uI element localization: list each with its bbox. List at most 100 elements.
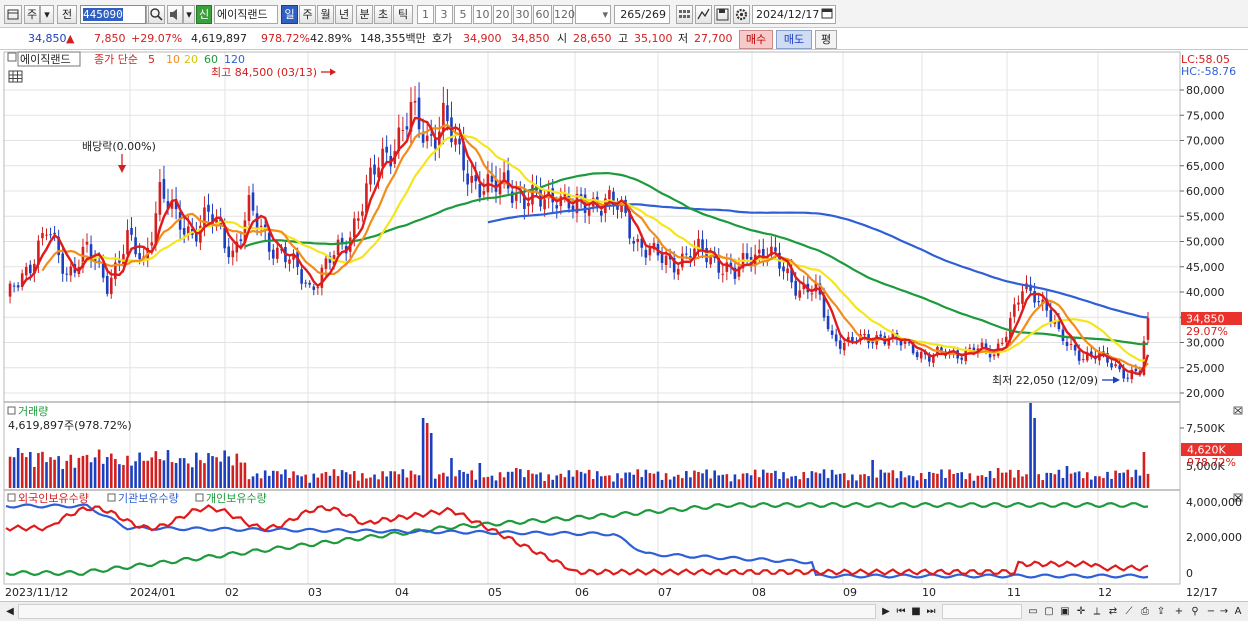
calendar-icon[interactable]	[819, 5, 835, 24]
minute-20-button[interactable]: 20	[493, 5, 512, 24]
candle-body	[231, 250, 235, 258]
candle-body	[69, 266, 73, 276]
x-axis-label: 12	[1098, 586, 1112, 599]
individual-holdings-legend[interactable]: 개인보유수량	[206, 492, 267, 505]
period-select[interactable]: 전	[57, 5, 77, 24]
volume-bar	[826, 478, 830, 488]
indicator-grid-icon[interactable]	[676, 5, 693, 24]
volume-bar	[227, 456, 231, 488]
interval-week-button[interactable]: 주	[299, 5, 316, 24]
volume-bar	[373, 474, 376, 488]
layout-1-icon[interactable]: ▭	[1026, 604, 1040, 619]
candle-body	[915, 352, 919, 358]
interval-minute-button[interactable]: 분	[356, 5, 373, 24]
volume-bar	[381, 471, 384, 488]
scroll-right-icon[interactable]: ▶	[880, 604, 892, 619]
interval-tick-button[interactable]: 틱	[393, 5, 413, 24]
volume-bar	[624, 472, 627, 488]
interval-month-button[interactable]: 월	[317, 5, 334, 24]
minute-30-button[interactable]: 30	[513, 5, 532, 24]
evaluate-button[interactable]: 평	[815, 30, 837, 49]
institution-holdings-legend[interactable]: 기관보유수량	[118, 492, 179, 505]
candle-body	[401, 129, 405, 131]
minute-60-button[interactable]: 60	[533, 5, 552, 24]
sound-icon[interactable]	[167, 5, 183, 24]
scroll-left-icon[interactable]: ◀	[4, 604, 16, 619]
volume-bar	[575, 470, 579, 488]
ma120-legend[interactable]: 120	[224, 53, 245, 66]
volume-bar	[1106, 471, 1109, 488]
volume-bar	[851, 474, 854, 488]
reset-icon[interactable]: →	[1218, 604, 1230, 619]
ma5-legend[interactable]: 5	[148, 53, 155, 66]
foreign-holdings-legend[interactable]: 외국인보유수량	[18, 492, 89, 505]
volume-bar	[284, 469, 287, 488]
data-count-field[interactable]: 265/269	[614, 5, 670, 24]
stop-icon[interactable]: ■	[910, 604, 922, 619]
auto-scale-icon[interactable]: A	[1232, 604, 1244, 619]
save-icon[interactable]	[714, 5, 731, 24]
chart-type-icon[interactable]	[4, 5, 22, 24]
candle-body	[138, 253, 141, 260]
type-dropdown-icon[interactable]: ▾	[40, 5, 54, 24]
volume-bar	[774, 470, 777, 488]
volume-bar	[462, 471, 465, 488]
zoom-out-icon[interactable]: −	[1204, 604, 1218, 619]
layout-2-icon[interactable]: ▢	[1042, 604, 1056, 619]
volume-bar	[405, 477, 409, 488]
volume-bar	[397, 474, 401, 488]
zoom-in-icon[interactable]: +	[1172, 604, 1186, 619]
volume-bar	[936, 473, 939, 488]
export-icon[interactable]: ⇪	[1154, 604, 1168, 619]
minute-10-button[interactable]: 10	[473, 5, 492, 24]
chart-area[interactable]: 에이직랜드 종가 단순 5 10 20 60 120 LC:58.05 HC:-…	[0, 50, 1248, 602]
current-price: 34,850	[28, 32, 67, 45]
volume-bar	[996, 468, 1000, 488]
interval-second-button[interactable]: 초	[374, 5, 392, 24]
custom-interval-input[interactable]: ▾	[575, 5, 611, 24]
stock-chart-svg[interactable]: 에이직랜드 종가 단순 5 10 20 60 120 LC:58.05 HC:-…	[0, 50, 1248, 602]
minute-3-button[interactable]: 3	[435, 5, 453, 24]
sell-button[interactable]: 매도	[776, 30, 812, 49]
volume-bar	[389, 471, 393, 488]
type-select[interactable]: 주	[24, 5, 40, 24]
minute-1-button[interactable]: 1	[417, 5, 434, 24]
stock-code-input[interactable]: 445090	[80, 5, 146, 24]
volume-bar	[166, 450, 170, 488]
volume-bar	[680, 478, 684, 488]
data-count-value: 265	[620, 8, 642, 21]
fast-forward-icon[interactable]: ⏭	[924, 604, 938, 619]
zoom-track[interactable]	[942, 604, 1022, 619]
candle-body	[599, 210, 603, 216]
layout-3-icon[interactable]: ▣	[1058, 604, 1072, 619]
rewind-icon[interactable]: ⏮	[894, 604, 908, 619]
trade-amount: 148,355백만	[360, 32, 426, 45]
stock-name-field[interactable]: 에이직랜드	[214, 5, 278, 24]
volume-bar	[336, 476, 340, 488]
move-icon[interactable]: ⇄	[1106, 604, 1120, 619]
candle-body	[61, 253, 64, 274]
candle-body	[1061, 329, 1065, 342]
ma10-legend[interactable]: 10	[166, 53, 180, 66]
ma60-legend[interactable]: 60	[204, 53, 218, 66]
sound-dropdown-icon[interactable]: ▾	[183, 5, 195, 24]
scroll-track[interactable]	[18, 604, 876, 619]
ma20-legend[interactable]: 20	[184, 53, 198, 66]
price-axis-tick: 45,000	[1186, 261, 1225, 274]
minute-5-button[interactable]: 5	[454, 5, 472, 24]
table-view-icon[interactable]	[8, 70, 23, 83]
trend-tool-icon[interactable]: ⟋	[1122, 604, 1136, 619]
minute-120-button[interactable]: 120	[553, 5, 575, 24]
candle-body	[1004, 336, 1008, 343]
gear-icon[interactable]	[733, 5, 750, 24]
interval-year-button[interactable]: 년	[335, 5, 353, 24]
print-icon[interactable]: ⎙	[1138, 604, 1152, 619]
buy-button[interactable]: 매수	[739, 30, 773, 49]
x-axis-label: 03	[308, 586, 322, 599]
search-zoom-icon[interactable]: ⚲	[1188, 604, 1202, 619]
ruler-icon[interactable]: ⟂	[1090, 604, 1104, 619]
crosshair-icon[interactable]: ✛	[1074, 604, 1088, 619]
draw-tool-icon[interactable]	[695, 5, 712, 24]
interval-day-button[interactable]: 일	[281, 5, 298, 24]
search-icon[interactable]	[148, 5, 165, 24]
